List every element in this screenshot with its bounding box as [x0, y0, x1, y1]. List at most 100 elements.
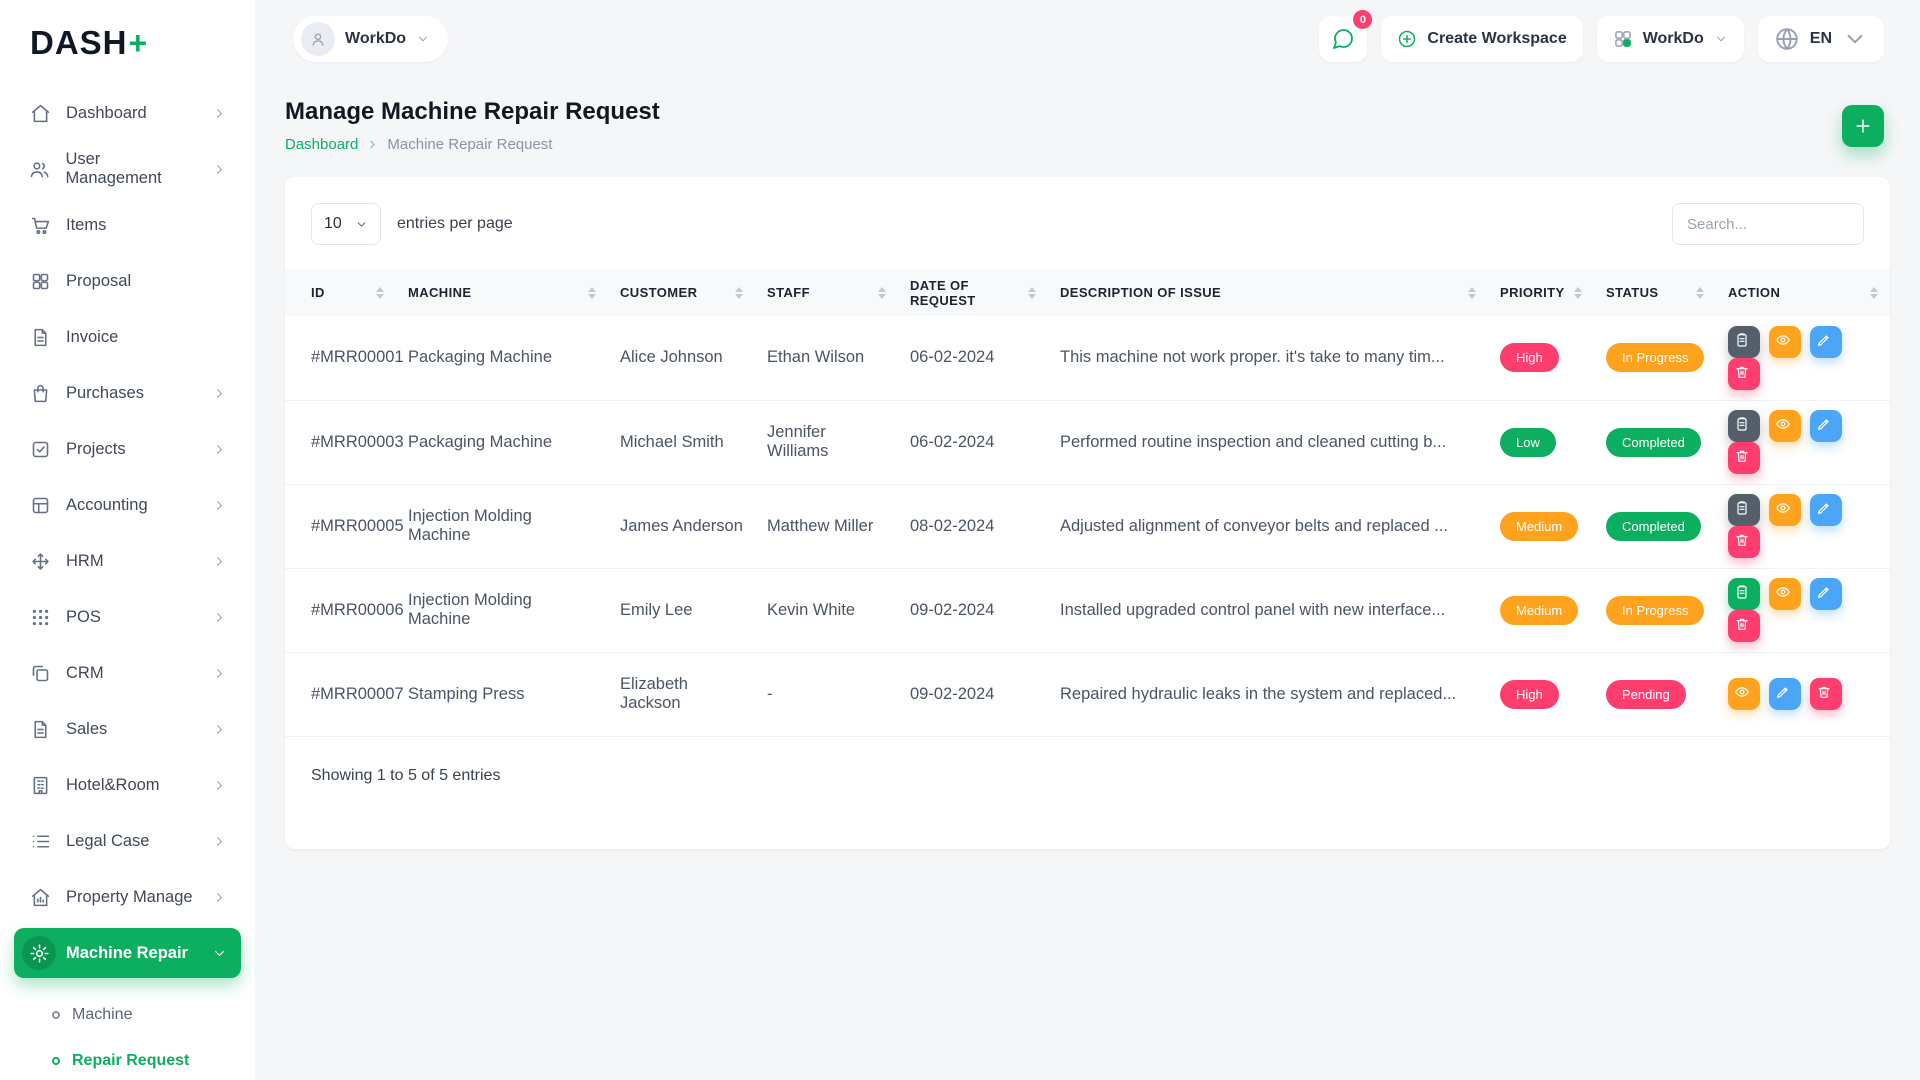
chevron-right-icon	[212, 442, 227, 457]
create-workspace-label: Create Workspace	[1427, 30, 1566, 48]
sidebar-item-hrm[interactable]: HRM	[14, 536, 241, 586]
clipboard-icon	[1734, 500, 1754, 520]
priority-badge: Low	[1500, 428, 1556, 457]
sidebar-item-crm[interactable]: CRM	[14, 648, 241, 698]
sidebar-item-projects[interactable]: Projects	[14, 424, 241, 474]
create-repair-request-button[interactable]	[1842, 105, 1884, 147]
bullet-icon	[52, 1011, 60, 1019]
cell-description: Adjusted alignment of conveyor belts and…	[1048, 484, 1488, 568]
language-dropdown[interactable]: EN	[1758, 16, 1884, 62]
sort-icon[interactable]	[878, 287, 886, 299]
sidebar-item-invoice[interactable]: Invoice	[14, 312, 241, 362]
table-row: #MRR00001Packaging MachineAlice JohnsonE…	[285, 316, 1890, 400]
workspace-selector[interactable]: WorkDo	[293, 16, 448, 62]
edit-button[interactable]	[1769, 678, 1801, 710]
sort-icon[interactable]	[1028, 287, 1036, 299]
column-header-machine[interactable]: MACHINE	[396, 269, 608, 316]
sidebar-item-hotel-room[interactable]: Hotel&Room	[14, 760, 241, 810]
column-header-priority[interactable]: PRIORITY	[1488, 269, 1594, 316]
details-button[interactable]	[1728, 578, 1760, 610]
sidebar-item-proposal[interactable]: Proposal	[14, 256, 241, 306]
workspace-dropdown[interactable]: WorkDo	[1597, 16, 1744, 62]
chevron-right-icon	[212, 554, 227, 569]
cell-description: This machine not work proper. it's take …	[1048, 316, 1488, 400]
sidebar-item-pos[interactable]: POS	[14, 592, 241, 642]
column-header-action[interactable]: ACTION	[1716, 269, 1890, 316]
sort-icon[interactable]	[376, 287, 384, 299]
sort-icon[interactable]	[1574, 287, 1582, 299]
sort-icon[interactable]	[1870, 287, 1878, 299]
table-row: #MRR00006Injection Molding MachineEmily …	[285, 568, 1890, 652]
sort-icon[interactable]	[1696, 287, 1704, 299]
sort-icon[interactable]	[735, 287, 743, 299]
sidebar-item-user-management[interactable]: User Management	[14, 144, 241, 194]
breadcrumb-dashboard-link[interactable]: Dashboard	[285, 136, 358, 153]
column-header-description-of-issue[interactable]: DESCRIPTION OF ISSUE	[1048, 269, 1488, 316]
edit-button[interactable]	[1810, 494, 1842, 526]
status-badge: Completed	[1606, 512, 1701, 541]
sidebar-item-items[interactable]: Items	[14, 200, 241, 250]
search-input[interactable]	[1672, 203, 1864, 245]
brand-logo[interactable]: DASH+	[14, 16, 241, 70]
chat-icon	[1331, 27, 1355, 51]
view-button[interactable]	[1769, 410, 1801, 442]
messages-button[interactable]: 0	[1319, 16, 1367, 62]
sidebar-item-label: Property Manage	[66, 888, 193, 907]
column-header-customer[interactable]: CUSTOMER	[608, 269, 755, 316]
sidebar-subitem-machine[interactable]: Machine	[52, 992, 241, 1038]
details-button[interactable]	[1728, 494, 1760, 526]
sidebar-item-legal-case[interactable]: Legal Case	[14, 816, 241, 866]
cell-machine: Stamping Press	[396, 652, 608, 736]
pencil-icon	[1816, 416, 1836, 436]
view-button[interactable]	[1769, 578, 1801, 610]
delete-button[interactable]	[1728, 610, 1760, 642]
cell-description: Repaired hydraulic leaks in the system a…	[1048, 652, 1488, 736]
chevron-right-icon	[212, 834, 227, 849]
column-header-id[interactable]: ID	[285, 269, 396, 316]
file-icon	[30, 327, 51, 348]
sidebar-item-purchases[interactable]: Purchases	[14, 368, 241, 418]
sort-icon[interactable]	[1468, 287, 1476, 299]
sidebar-item-dashboard[interactable]: Dashboard	[14, 88, 241, 138]
cell-machine: Packaging Machine	[396, 400, 608, 484]
edit-button[interactable]	[1810, 326, 1842, 358]
entries-per-page-select[interactable]: 10	[311, 203, 381, 245]
chevron-right-icon	[212, 610, 227, 625]
sidebar-item-sales[interactable]: Sales	[14, 704, 241, 754]
view-button[interactable]	[1769, 494, 1801, 526]
chevron-down-icon	[1842, 26, 1868, 52]
sidebar-item-label: Invoice	[66, 328, 118, 347]
create-workspace-button[interactable]: Create Workspace	[1381, 16, 1582, 62]
cell-staff: Jennifer Williams	[755, 400, 898, 484]
sort-icon[interactable]	[588, 287, 596, 299]
sidebar-item-accounting[interactable]: Accounting	[14, 480, 241, 530]
delete-button[interactable]	[1728, 526, 1760, 558]
sidebar-item-machine-repair[interactable]: Machine Repair	[14, 928, 241, 978]
edit-button[interactable]	[1810, 410, 1842, 442]
delete-button[interactable]	[1728, 358, 1760, 390]
cell-customer: Alice Johnson	[608, 316, 755, 400]
priority-badge: Medium	[1500, 512, 1578, 541]
view-button[interactable]	[1769, 326, 1801, 358]
details-button[interactable]	[1728, 326, 1760, 358]
delete-button[interactable]	[1728, 442, 1760, 474]
cell-priority: Low	[1488, 400, 1594, 484]
cell-description: Installed upgraded control panel with ne…	[1048, 568, 1488, 652]
edit-button[interactable]	[1810, 578, 1842, 610]
sidebar-subitem-repair-request[interactable]: Repair Request	[52, 1038, 241, 1080]
column-header-status[interactable]: STATUS	[1594, 269, 1716, 316]
move-icon	[30, 551, 51, 572]
view-button[interactable]	[1728, 678, 1760, 710]
chevron-right-icon	[212, 666, 227, 681]
delete-button[interactable]	[1810, 678, 1842, 710]
dots-icon	[30, 607, 51, 628]
bag-icon	[30, 383, 51, 404]
cell-customer: Elizabeth Jackson	[608, 652, 755, 736]
column-header-staff[interactable]: STAFF	[755, 269, 898, 316]
column-header-date-of-request[interactable]: DATE OF REQUEST	[898, 269, 1048, 316]
sidebar-menu: Dashboard User Management Items Proposal Inv…	[14, 88, 241, 978]
details-button[interactable]	[1728, 410, 1760, 442]
chevron-right-icon	[212, 106, 227, 121]
repair-request-card: 10 entries per page IDMACHINECUSTOMERSTA…	[285, 177, 1890, 849]
sidebar-item-property-manage[interactable]: Property Manage	[14, 872, 241, 922]
